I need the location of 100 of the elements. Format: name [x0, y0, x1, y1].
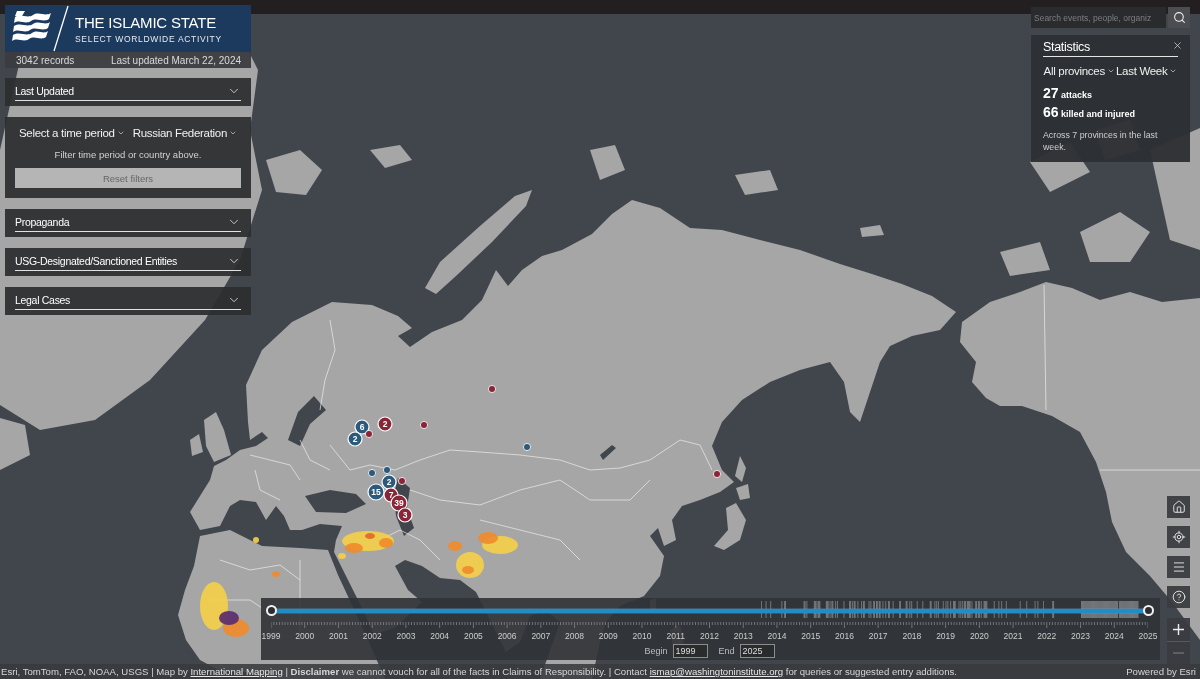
year-label: 1999	[261, 630, 281, 642]
event-dot[interactable]	[365, 430, 373, 438]
close-button[interactable]	[1172, 40, 1183, 51]
chevron-down-icon	[229, 129, 237, 137]
event-dot[interactable]	[398, 477, 406, 485]
island	[735, 456, 746, 482]
stats-summary: Across 7 provinces in the last week.	[1043, 129, 1159, 153]
year-label: 2000	[295, 630, 315, 642]
year-label: 2022	[1037, 630, 1057, 642]
year-label: 2010	[632, 630, 652, 642]
year-label: 2012	[700, 630, 719, 642]
year-label: 2003	[396, 630, 416, 642]
year-label: 2011	[666, 630, 685, 642]
accordion-header[interactable]: Last Updated	[15, 82, 241, 101]
island	[266, 150, 322, 195]
slider-thumb[interactable]	[1142, 605, 1154, 616]
year-label: 2006	[497, 630, 517, 642]
filter-dropdown[interactable]: Russian Federation	[132, 127, 237, 139]
island	[370, 145, 412, 168]
stat-line: 66 killed and injured	[1043, 105, 1137, 122]
app-title: THE ISLAMIC STATE	[75, 15, 218, 31]
locate-button[interactable]	[1167, 526, 1190, 548]
menu-icon	[1171, 560, 1186, 574]
home-button[interactable]	[1167, 496, 1190, 518]
year-label: 2015	[801, 630, 821, 642]
year-label: 2014	[767, 630, 787, 642]
home-icon	[1171, 500, 1186, 514]
filter-dropdown[interactable]: Last Week	[1116, 65, 1178, 77]
year-label: 2005	[463, 630, 483, 642]
year-label: 2024	[1104, 630, 1124, 642]
panel-title: Statistics	[1043, 40, 1178, 57]
year-label: 2023	[1071, 630, 1090, 642]
timeline-slider-track[interactable]	[265, 601, 1154, 620]
heatmap-cluster	[272, 571, 280, 577]
records-count: 3042 records	[16, 54, 75, 66]
year-label: 2004	[430, 630, 450, 642]
island	[590, 145, 625, 180]
year-label: 2018	[902, 630, 922, 642]
accordion-header[interactable]: Propaganda	[15, 213, 241, 232]
cluster-marker[interactable]: 15	[367, 483, 385, 501]
locate-icon	[1171, 530, 1186, 544]
year-label: 2009	[598, 630, 618, 642]
search-icon	[1172, 11, 1186, 24]
year-label: 2007	[531, 630, 551, 642]
last-updated-date: Last updated March 22, 2024	[110, 54, 241, 66]
search-field[interactable]: Search events, people, organiz	[1031, 7, 1166, 28]
filter-dropdown[interactable]: Select a time period	[19, 127, 125, 139]
contact-email-link[interactable]: ismap@washingtoninstitute.org	[649, 666, 784, 677]
cluster-marker[interactable]: 2	[377, 416, 393, 432]
plus-icon	[1173, 624, 1184, 635]
event-dot[interactable]	[523, 443, 531, 451]
end-label: End	[718, 645, 735, 656]
attribution-text: Esri, TomTom, FAO, NOAA, USGS | Map by International Mapping | Disclaimer we cannot vouch for all of the facts in Claims of Responsibility. | Contact ismap@washingtoninstitute.org for queries or suggested entry additions.	[1, 666, 957, 677]
year-label: 2008	[565, 630, 585, 642]
filter-hint: Filter time period or country above.	[54, 149, 202, 161]
event-dot[interactable]	[713, 470, 721, 478]
end-year-field[interactable]: 2025	[739, 643, 775, 658]
begin-label: Begin	[644, 645, 668, 656]
close-icon	[1172, 40, 1183, 51]
year-label: 2002	[362, 630, 382, 642]
accordion-header[interactable]: Legal Cases	[15, 291, 241, 310]
striped-flag-logo-icon	[9, 5, 69, 52]
event-dot[interactable]	[383, 466, 391, 474]
year-label: 2020	[969, 630, 989, 642]
heatmap-cluster	[253, 537, 259, 543]
event-dot[interactable]	[420, 421, 428, 429]
accordion-header[interactable]: USG-Designated/Sanctioned Entities	[15, 252, 241, 271]
event-dot[interactable]	[488, 385, 496, 393]
app-subtitle: SELECT WORLDWIDE ACTIVITY	[75, 34, 222, 44]
lake	[600, 445, 616, 460]
stat-line: 27 attacks	[1043, 86, 1094, 103]
inland-sea	[288, 396, 326, 446]
year-label: 2021	[1003, 630, 1023, 642]
filter-dropdown[interactable]: All provinces	[1043, 65, 1115, 77]
island	[860, 225, 884, 237]
cluster-marker[interactable]: 3	[397, 507, 413, 523]
event-dot[interactable]	[368, 469, 376, 477]
island	[735, 170, 778, 195]
year-label: 2001	[329, 630, 348, 642]
inland-sea	[305, 490, 366, 513]
map-credit-link[interactable]: International Mapping	[190, 666, 283, 677]
year-label: 2013	[733, 630, 753, 642]
minus-icon	[1173, 652, 1184, 654]
search-button[interactable]	[1168, 7, 1190, 28]
heatmap-cluster	[448, 532, 518, 578]
begin-year-field[interactable]: 1999	[672, 643, 708, 658]
year-label: 2017	[868, 630, 888, 642]
menu-button[interactable]	[1167, 556, 1190, 578]
powered-by-credit: Powered by Esri	[1126, 666, 1196, 677]
island	[736, 484, 750, 500]
cluster-marker[interactable]: 2	[347, 431, 363, 447]
chevron-down-icon	[1106, 67, 1115, 75]
help-button[interactable]	[1167, 586, 1190, 608]
slider-thumb[interactable]	[265, 605, 277, 616]
heatmap-cluster	[200, 582, 249, 637]
year-label: 2019	[936, 630, 956, 642]
island	[0, 418, 30, 470]
help-icon	[1171, 590, 1186, 604]
island	[1000, 242, 1050, 276]
chevron-down-icon	[1169, 67, 1178, 75]
